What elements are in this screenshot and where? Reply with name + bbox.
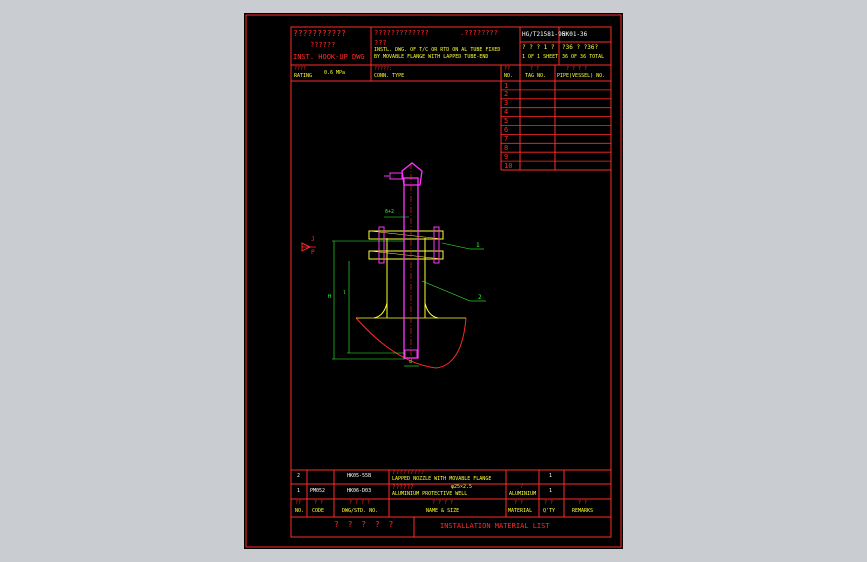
desc-en-1: INSTL. DWG. OF T/C OR RTD ON AL TUBE FIX… bbox=[374, 47, 501, 53]
inner-border bbox=[290, 26, 612, 538]
desc-cn-3: ??? bbox=[374, 39, 387, 47]
outer-border bbox=[245, 14, 622, 548]
dim-h: H bbox=[328, 294, 332, 300]
footer-en: INSTALLATION MATERIAL LIST bbox=[440, 522, 550, 530]
total-cn: ?36 ? ?36? bbox=[562, 44, 599, 51]
tag-header-no-cn: ?? bbox=[504, 66, 511, 72]
mat-header-material-en: MATERIAL bbox=[508, 508, 533, 514]
tag-header-no-en: NO. bbox=[504, 73, 514, 79]
label-j: J bbox=[311, 236, 315, 243]
tag-row-number: 6 bbox=[504, 126, 509, 134]
rating-cn: ???? bbox=[294, 66, 307, 72]
dim-d: d bbox=[409, 359, 413, 365]
tag-row-number: 1 bbox=[504, 81, 509, 90]
conn-en: CONN. TYPE bbox=[374, 73, 405, 79]
desc-en-2: BY MOVABLE FLANGE WITH LAPPED TUBE-END bbox=[374, 54, 489, 60]
desc-cn-2: .???????? bbox=[460, 29, 498, 37]
drawing-number: HK01-36 bbox=[562, 31, 588, 38]
desc-cn: ????????????? bbox=[374, 29, 429, 37]
cn-title-2: ?????? bbox=[310, 41, 336, 49]
rating-value: 0.6 MPa bbox=[324, 70, 346, 76]
mat-header-no-en: NO. bbox=[295, 508, 305, 514]
en-title: INST. HOOK-UP DWG bbox=[293, 53, 365, 61]
tag-row-number: 7 bbox=[504, 134, 509, 143]
tc-head bbox=[401, 162, 423, 186]
label-p: P bbox=[311, 249, 315, 256]
mat-row-2-name-en: LAPPED NOZZLE WITH MOVABLE FLANGE bbox=[392, 476, 492, 482]
mat-header-std-en: DWG/STD. NO. bbox=[342, 508, 379, 514]
tag-header-tag-en: TAG NO. bbox=[525, 73, 547, 79]
mat-header-remarks-cn: ? ? bbox=[578, 500, 588, 506]
mat-row-2-qty: 1 bbox=[549, 473, 553, 479]
mat-header-qty-cn: ? ? bbox=[544, 500, 554, 506]
mat-header-code-en: CODE bbox=[312, 508, 325, 514]
tag-row-number: 8 bbox=[504, 143, 509, 152]
dim-delta: δ+2 bbox=[385, 209, 395, 215]
conn-cn: ?????: bbox=[374, 66, 393, 72]
tag-row-number: 4 bbox=[504, 108, 509, 117]
mat-row-1-qty: 1 bbox=[549, 488, 553, 494]
mat-row-1-material-cn: ? bbox=[520, 484, 524, 490]
tag-row-number: 2 bbox=[504, 90, 509, 99]
tag-header-tag-cn: ? ? bbox=[530, 66, 540, 72]
cn-title-1: ??????????? bbox=[293, 29, 346, 38]
mat-header-std-cn: ? ? ? ? bbox=[349, 500, 371, 506]
mat-header-name-en: NAME & SIZE bbox=[426, 508, 460, 514]
mat-header-code-cn: ? ? bbox=[314, 500, 324, 506]
tag-row-number: 3 bbox=[504, 99, 509, 108]
sheet-en: 1 OF 1 SHEET bbox=[522, 54, 559, 60]
rating-en: RATING bbox=[294, 73, 313, 79]
mat-row-1-name-extra: φ25×2.5 bbox=[451, 484, 473, 490]
mat-header-material-cn: ? ? bbox=[514, 500, 524, 506]
tag-header-pipe-cn: ? ? ? ? bbox=[566, 66, 588, 72]
mat-row-1-std: HK06-D03 bbox=[347, 488, 372, 494]
dim-l: l bbox=[343, 290, 347, 296]
mat-row-2-no: 2 bbox=[297, 473, 301, 479]
drawing-sheet: ??????????? ?????? INST. HOOK-UP DWG ???… bbox=[244, 13, 623, 549]
mat-header-name-cn: ? ? ? ? bbox=[432, 500, 454, 506]
sheet-cn: ? ? ? 1 ? bbox=[522, 44, 555, 51]
tag-row-number: 10 bbox=[504, 161, 513, 170]
std-number: HG/T21581-95 bbox=[522, 31, 566, 38]
tag-header-pipe-en: PIPE(VESSEL) NO. bbox=[557, 73, 606, 79]
mat-header-remarks-en: REMARKS bbox=[572, 508, 594, 514]
mat-row-2-std: HK05-55B bbox=[347, 473, 372, 479]
mat-row-1-name-en: ALUMINIUM PROTECTIVE WELL bbox=[392, 491, 468, 497]
mat-header-no-cn: ?? bbox=[295, 500, 302, 506]
callout-1: 1 bbox=[476, 242, 480, 249]
mat-row-1-material-en: ALUMINIUM bbox=[509, 491, 537, 497]
footer-cn: ? ? ? ? ? bbox=[334, 520, 396, 529]
drawing-lines bbox=[245, 14, 622, 548]
total-en: 36 OF 36 TOTAL bbox=[562, 54, 605, 60]
tag-row-number: 5 bbox=[504, 117, 509, 126]
mat-row-1-no: 1 bbox=[297, 488, 301, 494]
callout-2: 2 bbox=[478, 294, 482, 301]
mat-header-qty-en: Q'TY bbox=[543, 508, 556, 514]
tag-row-number: 9 bbox=[504, 152, 509, 161]
mat-row-1-code: PM052 bbox=[310, 488, 326, 494]
